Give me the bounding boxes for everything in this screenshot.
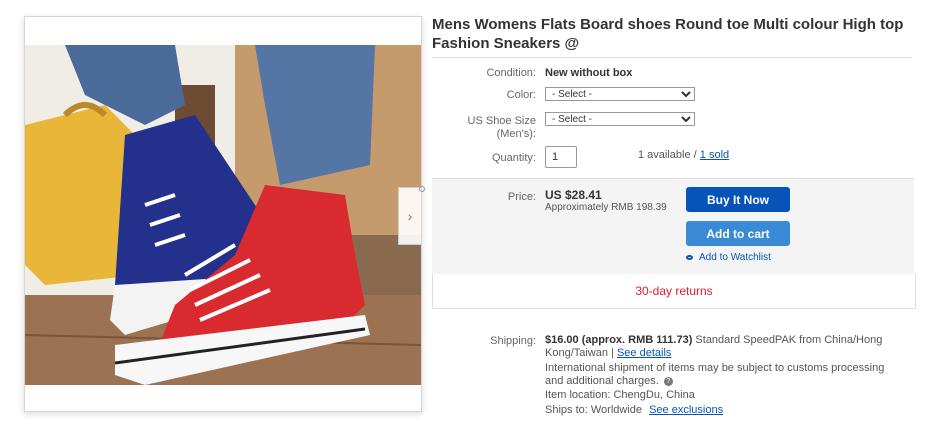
price-approx: Approximately RMB 198.39	[545, 202, 667, 213]
sold-link[interactable]: 1 sold	[700, 149, 729, 161]
add-to-cart-button[interactable]: Add to cart	[686, 221, 790, 246]
chevron-right-icon: ›	[407, 208, 413, 224]
price-label: Price:	[507, 191, 536, 203]
see-details-link[interactable]: See details	[617, 347, 671, 359]
product-photo[interactable]	[25, 45, 421, 385]
color-label: Color:	[506, 89, 536, 101]
gallery-dot-icon	[419, 186, 425, 192]
customs-notice: International shipment of items may be s…	[545, 362, 905, 388]
condition-value: New without box	[545, 67, 633, 79]
buy-it-now-button[interactable]: Buy It Now	[686, 187, 790, 212]
next-image-button[interactable]: ›	[398, 187, 421, 245]
add-to-watchlist-link[interactable]: Add to Watchlist	[686, 252, 771, 263]
shipping-label: Shipping:	[490, 335, 536, 347]
availability-text: 1 available / 1 sold	[638, 149, 729, 161]
size-label: US Shoe Size (Men's):	[467, 115, 536, 140]
quantity-label: Quantity:	[491, 152, 536, 164]
product-title: Mens Womens Flats Board shoes Round toe …	[432, 16, 904, 52]
ships-to-text: Ships to: Worldwide	[545, 404, 643, 416]
see-exclusions-link[interactable]: See exclusions	[649, 404, 723, 416]
returns-box: 30-day returns	[432, 274, 916, 309]
size-select[interactable]: - Select -	[545, 112, 695, 126]
customs-notice-text: International shipment of items may be s…	[545, 362, 885, 387]
quantity-input[interactable]: 1	[545, 146, 577, 168]
divider	[432, 57, 912, 58]
item-location: Item location: ChengDu, China	[545, 389, 695, 401]
eye-icon	[686, 255, 693, 260]
ships-to: Ships to: Worldwide See exclusions	[545, 404, 905, 417]
color-select[interactable]: - Select -	[545, 87, 695, 101]
condition-label: Condition:	[486, 67, 536, 79]
product-image-panel: ›	[24, 16, 422, 412]
price-value: US $28.41	[545, 188, 602, 202]
shipping-cost: $16.00 (approx. RMB 111.73)	[545, 334, 693, 346]
watchlist-label: Add to Watchlist	[699, 252, 771, 263]
shipping-info: $16.00 (approx. RMB 111.73) Standard Spe…	[545, 334, 905, 360]
returns-text: 30-day returns	[635, 284, 713, 298]
availability-count: 1 available /	[638, 149, 697, 161]
help-icon[interactable]: ?	[663, 376, 673, 386]
